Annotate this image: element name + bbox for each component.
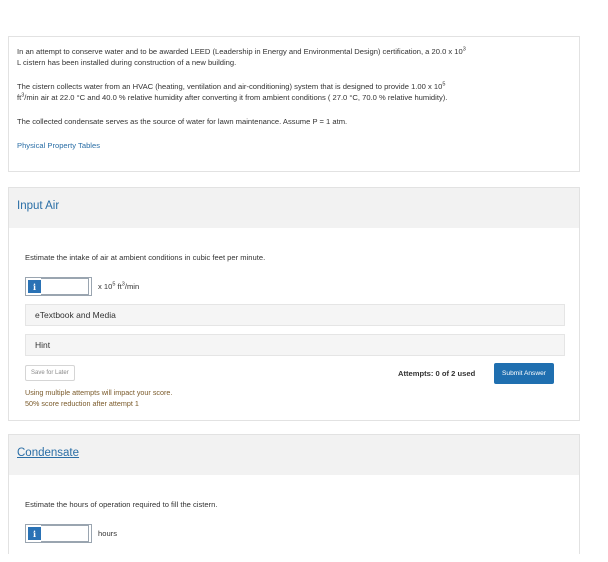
problem-statement: In an attempt to conserve water and to b… xyxy=(8,36,580,172)
submit-answer-button[interactable]: Submit Answer xyxy=(494,363,554,384)
answer-row: i x 105 ft3/min xyxy=(25,277,139,296)
answer-row: i hours xyxy=(25,524,117,543)
answer-box: i xyxy=(25,524,92,543)
answer-box: i xyxy=(25,277,92,296)
attempt-warning: Using multiple attempts will impact your… xyxy=(25,388,173,408)
part-condensate: Condensate Estimate the hours of operati… xyxy=(8,434,580,554)
answer-input[interactable] xyxy=(41,525,89,542)
part-input-air: Input Air Estimate the intake of air at … xyxy=(8,187,580,421)
etextbook-media-toggle[interactable]: eTextbook and Media xyxy=(25,304,565,326)
part-title: Input Air xyxy=(17,200,60,212)
answer-input[interactable] xyxy=(41,278,89,295)
hint-toggle[interactable]: Hint xyxy=(25,334,565,356)
answer-unit: hours xyxy=(98,529,117,538)
info-icon[interactable]: i xyxy=(28,280,41,293)
part-title[interactable]: Condensate xyxy=(17,447,79,459)
save-for-later-button[interactable]: Save for Later xyxy=(25,365,75,381)
physical-property-tables-link[interactable]: Physical Property Tables xyxy=(17,141,100,150)
problem-paragraph-3: The collected condensate serves as the s… xyxy=(17,117,348,126)
part-header: Condensate xyxy=(9,435,579,475)
attempts-counter: Attempts: 0 of 2 used xyxy=(398,369,476,378)
part-header: Input Air xyxy=(9,188,579,228)
info-icon[interactable]: i xyxy=(28,527,41,540)
question-text: Estimate the intake of air at ambient co… xyxy=(25,253,266,262)
problem-paragraph-1: In an attempt to conserve water and to b… xyxy=(17,46,466,67)
problem-paragraph-2: The cistern collects water from an HVAC … xyxy=(17,81,448,102)
question-text: Estimate the hours of operation required… xyxy=(25,500,218,509)
answer-unit: x 105 ft3/min xyxy=(98,281,140,291)
